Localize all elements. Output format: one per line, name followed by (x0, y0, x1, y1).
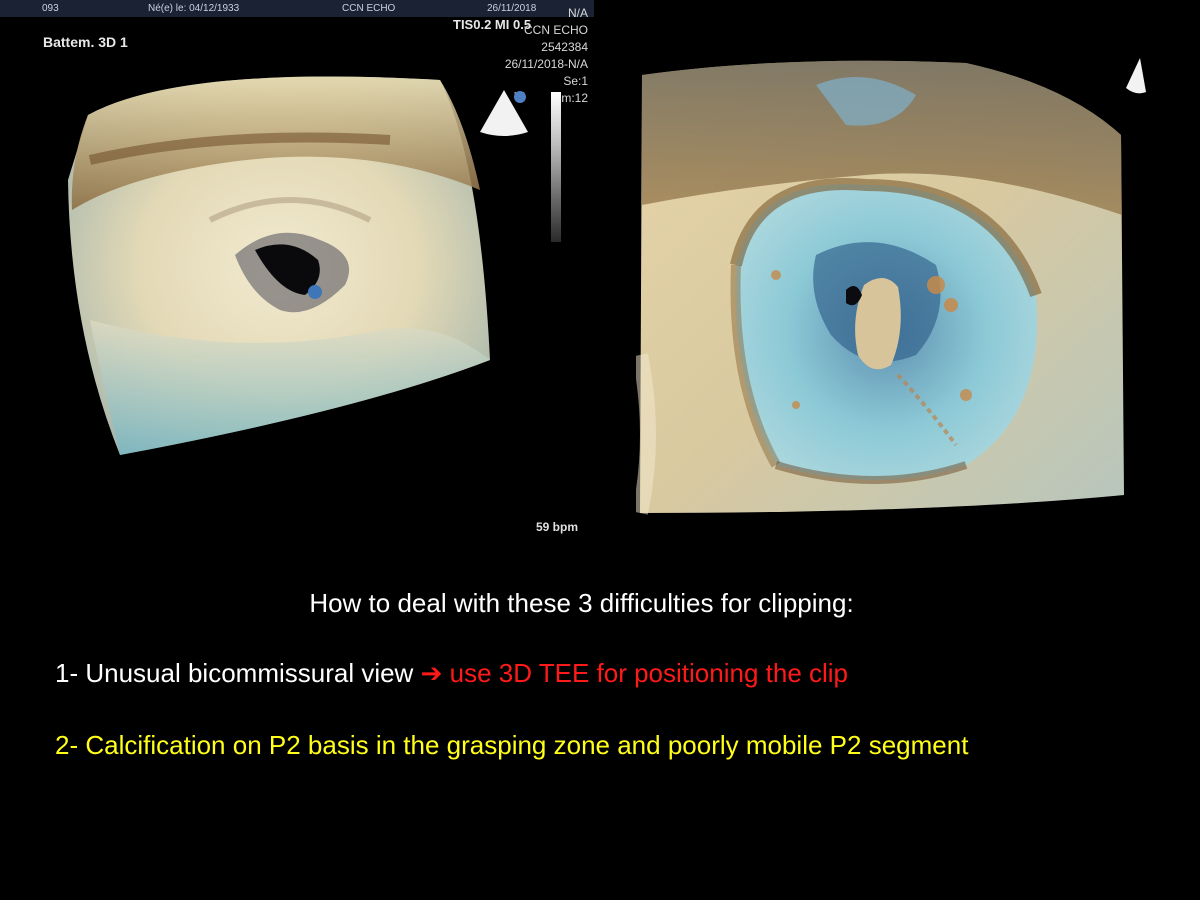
mode-label: Battem. 3D 1 (43, 34, 128, 50)
probe-orientation-dot (514, 91, 526, 103)
info-line: N/A (567, 6, 588, 20)
grayscale-bar (551, 92, 561, 242)
item1-prefix: 1- Unusual bicommissural view (55, 658, 414, 688)
info-line: CCN ECHO (523, 23, 588, 37)
difficulty-item-1: 1- Unusual bicommissural view ➔ use 3D T… (55, 658, 848, 689)
tis-value: TIS0.2 (453, 17, 492, 32)
item1-highlight: use 3D TEE for positioning the clip (449, 658, 849, 688)
arrow-right-icon: ➔ (420, 658, 443, 688)
header-dob: Né(e) le: 04/12/1933 (148, 3, 240, 14)
3d-tee-render-left (68, 76, 490, 456)
header-site: CCN ECHO (342, 3, 396, 14)
3d-tee-render-right (636, 60, 1124, 515)
slide-caption-title: How to deal with these 3 difficulties fo… (309, 588, 854, 618)
info-line: 2542384 (541, 40, 588, 54)
heart-rate: 59 bpm (536, 520, 579, 534)
header-id: 093 (42, 3, 59, 14)
info-line: 26/11/2018-N/A (504, 57, 588, 71)
difficulty-item-2: 2- Calcification on P2 basis in the gras… (55, 730, 969, 760)
probe-sector-icon-right (1126, 58, 1146, 94)
